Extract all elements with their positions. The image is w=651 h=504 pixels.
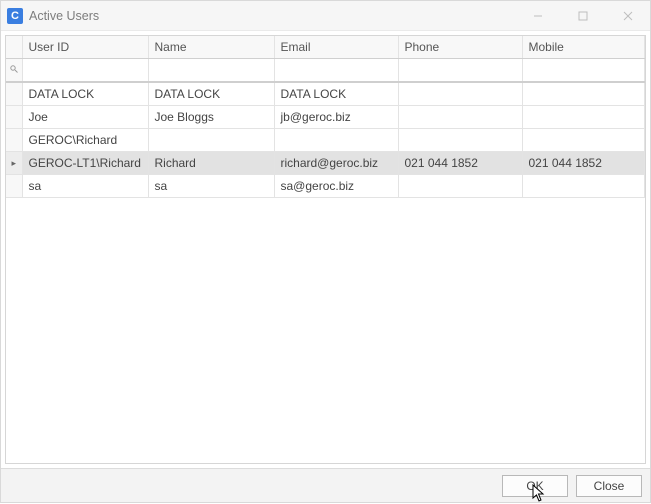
cell-user-id[interactable]: DATA LOCK [22,82,148,106]
col-email[interactable]: Email [274,36,398,59]
maximize-button[interactable] [560,1,605,31]
content-area: User ID Name Email Phone Mobile [1,31,650,468]
table-row[interactable]: DATA LOCKDATA LOCKDATA LOCK [6,82,645,106]
cell-email[interactable]: richard@geroc.biz [274,152,398,175]
col-phone[interactable]: Phone [398,36,522,59]
minimize-button[interactable] [515,1,560,31]
filter-name[interactable] [155,63,268,77]
window-title: Active Users [29,9,515,23]
users-grid: User ID Name Email Phone Mobile [5,35,646,464]
cell-user-id[interactable]: GEROC\Richard [22,129,148,152]
row-indicator [6,175,22,198]
titlebar: C Active Users [1,1,650,31]
cell-phone[interactable] [398,129,522,152]
table-row[interactable]: JoeJoe Bloggsjb@geroc.biz [6,106,645,129]
row-indicator: ▸ [6,152,22,175]
cell-email[interactable]: DATA LOCK [274,82,398,106]
cell-phone[interactable] [398,82,522,106]
table-row[interactable]: GEROC\Richard [6,129,645,152]
row-indicator [6,106,22,129]
active-users-window: C Active Users User ID [0,0,651,503]
cell-mobile[interactable] [522,129,645,152]
filter-row [6,59,645,83]
table-row[interactable]: ▸ GEROC-LT1\RichardRichardrichard@geroc.b… [6,152,645,175]
cell-phone[interactable] [398,175,522,198]
cell-mobile[interactable] [522,82,645,106]
cell-name[interactable]: Richard [148,152,274,175]
cell-mobile[interactable] [522,106,645,129]
cell-mobile[interactable]: 021 044 1852 [522,152,645,175]
header-row: User ID Name Email Phone Mobile [6,36,645,59]
close-window-button[interactable] [605,1,650,31]
filter-icon [6,59,22,83]
cell-mobile[interactable] [522,175,645,198]
app-icon: C [7,8,23,24]
row-indicator [6,129,22,152]
filter-user-id[interactable] [29,63,142,77]
cell-phone[interactable]: 021 044 1852 [398,152,522,175]
col-user-id[interactable]: User ID [22,36,148,59]
cell-name[interactable]: Joe Bloggs [148,106,274,129]
cell-email[interactable]: sa@geroc.biz [274,175,398,198]
cell-user-id[interactable]: GEROC-LT1\Richard [22,152,148,175]
col-name[interactable]: Name [148,36,274,59]
cell-user-id[interactable]: sa [22,175,148,198]
cell-name[interactable] [148,129,274,152]
col-mobile[interactable]: Mobile [522,36,645,59]
filter-email[interactable] [281,63,392,77]
cell-name[interactable]: DATA LOCK [148,82,274,106]
row-indicator [6,82,22,106]
close-button[interactable]: Close [576,475,642,497]
users-table: User ID Name Email Phone Mobile [6,36,645,198]
cell-name[interactable]: sa [148,175,274,198]
ok-button[interactable]: OK [502,475,568,497]
filter-phone[interactable] [405,63,516,77]
grid-body: DATA LOCKDATA LOCKDATA LOCKJoeJoe Bloggs… [6,82,645,198]
cell-email[interactable] [274,129,398,152]
filter-mobile[interactable] [529,63,639,77]
table-row[interactable]: sasasa@geroc.biz [6,175,645,198]
cell-user-id[interactable]: Joe [22,106,148,129]
indicator-header [6,36,22,59]
current-row-arrow-icon: ▸ [11,158,16,168]
cell-email[interactable]: jb@geroc.biz [274,106,398,129]
window-controls [515,1,650,31]
cell-phone[interactable] [398,106,522,129]
dialog-footer: OK Close [1,468,650,502]
